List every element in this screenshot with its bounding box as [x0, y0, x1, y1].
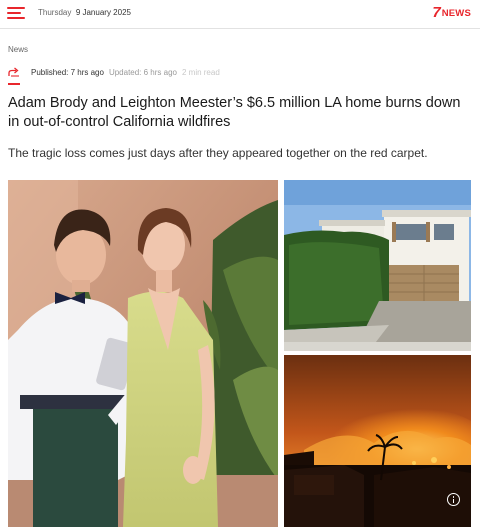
share-arrow-icon[interactable]	[8, 67, 20, 77]
logo-text: NEWS	[441, 7, 471, 19]
article-meta: Published: 7 hrs ago Updated: 6 hrs ago …	[8, 66, 220, 78]
header-date: Thursday 9 January 2025	[38, 8, 131, 17]
date-day: 9 January 2025	[75, 8, 131, 17]
house-photo[interactable]	[284, 180, 471, 351]
site-header: Thursday 9 January 2025 7 NEWS	[0, 0, 480, 29]
logo-number: 7	[432, 4, 441, 21]
accent-divider	[8, 83, 20, 85]
article-headline: Adam Brody and Leighton Meester’s $6.5 m…	[8, 95, 461, 130]
date-weekday: Thursday	[38, 8, 72, 17]
wildfire-photo[interactable]	[284, 355, 471, 527]
category-link[interactable]: News	[8, 45, 28, 54]
couple-photo[interactable]	[8, 180, 278, 527]
article-standfirst: The tragic loss comes just days after th…	[8, 146, 428, 160]
hamburger-menu-icon[interactable]	[7, 7, 25, 21]
7news-logo[interactable]: 7 NEWS	[432, 4, 471, 21]
read-time: 2 min read	[181, 67, 220, 77]
published-time: Published: 7 hrs ago	[31, 67, 104, 77]
info-icon[interactable]	[447, 493, 460, 506]
updated-time: Updated: 6 hrs ago	[108, 67, 177, 77]
